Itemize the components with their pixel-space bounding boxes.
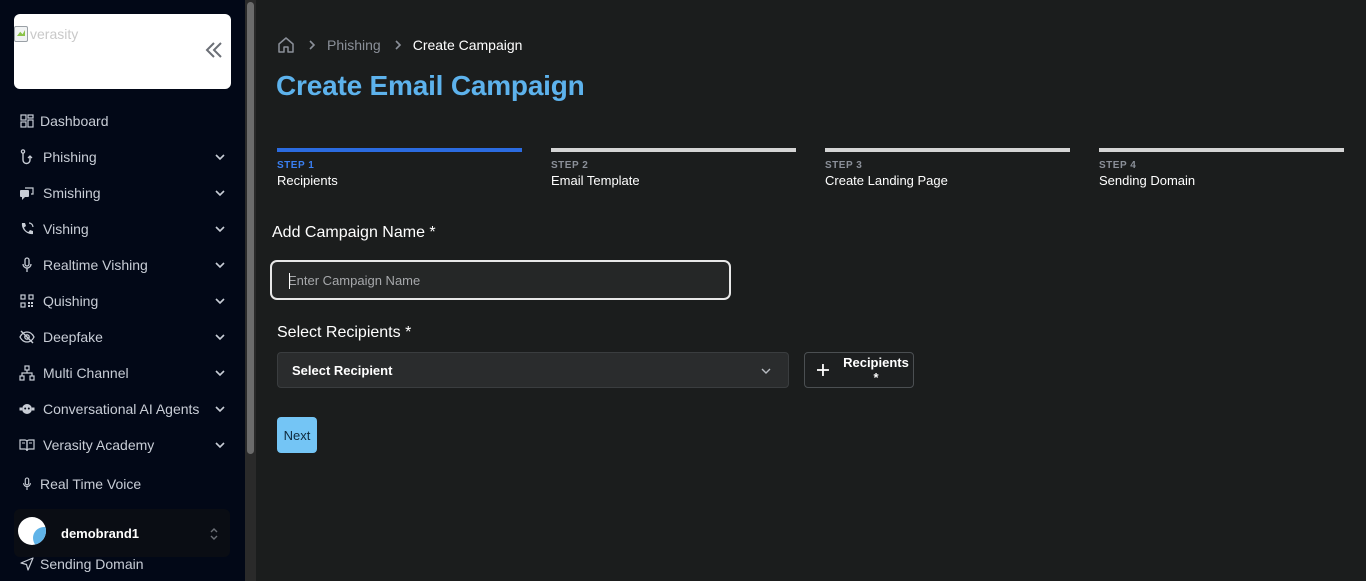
app-root: verasity Dashboard Phishing Smishing Vis… [0, 0, 1366, 581]
recipients-label: Select Recipients * [277, 324, 412, 341]
robot-icon [19, 401, 35, 417]
sidebar-item-label: Realtime Vishing [43, 257, 148, 273]
sidebar-item-conversational-ai-agents[interactable]: Conversational AI Agents [0, 394, 245, 424]
campaign-name-field[interactable] [270, 260, 731, 300]
step-name: Recipients [277, 173, 338, 188]
step-number: STEP 4 [1099, 160, 1137, 171]
hook-icon [19, 149, 35, 165]
sidebar-item-real-time-voice[interactable]: Real Time Voice [0, 469, 245, 499]
book-icon [19, 437, 35, 453]
chevron-right-icon [395, 40, 401, 50]
step-progress-bar [277, 148, 522, 152]
step-name: Email Template [551, 173, 640, 188]
avatar [18, 517, 46, 545]
chevron-down-icon [215, 154, 225, 161]
chevron-down-icon [215, 334, 225, 341]
step-progress-bar [551, 148, 796, 152]
step-number: STEP 3 [825, 160, 863, 171]
chevron-up-down-icon [210, 528, 218, 540]
step-progress-bar [825, 148, 1070, 152]
phone-icon [19, 221, 35, 237]
qr-code-icon [19, 293, 35, 309]
sidebar-item-verasity-academy[interactable]: Verasity Academy [0, 430, 245, 460]
sidebar-item-label: Vishing [43, 221, 89, 237]
add-recipients-label: Recipients * [843, 355, 909, 385]
sidebar-item-label: Smishing [43, 185, 101, 201]
chevron-down-icon [215, 442, 225, 449]
sidebar-item-label: Phishing [43, 149, 97, 165]
brand-switcher[interactable]: demobrand1 [14, 509, 230, 557]
chevron-down-icon [215, 262, 225, 269]
sitemap-icon [19, 365, 35, 381]
page-title: Create Email Campaign [276, 70, 585, 101]
chevron-down-icon [215, 406, 225, 413]
sidebar-item-label: Quishing [43, 293, 99, 309]
step-4[interactable]: STEP 4 Sending Domain [1099, 148, 1344, 188]
chat-icon [19, 185, 35, 201]
sidebar-item-label: Verasity Academy [43, 437, 155, 453]
breadcrumb-phishing[interactable]: Phishing [327, 37, 381, 53]
sidebar-item-label: Sending Domain [40, 556, 144, 572]
sidebar-item-label: Deepfake [43, 329, 103, 345]
chevron-down-icon [215, 226, 225, 233]
sidebar-item-dashboard[interactable]: Dashboard [0, 106, 245, 136]
sidebar-item-label: Conversational AI Agents [43, 401, 200, 417]
chevron-down-icon [215, 190, 225, 197]
brand-name: demobrand1 [61, 526, 140, 541]
recipient-select[interactable]: Select Recipient [277, 352, 789, 388]
broken-image-icon [14, 26, 28, 42]
sidebar-item-label: Multi Channel [43, 365, 129, 381]
chevron-down-icon [215, 298, 225, 305]
logo-alt-text: verasity [30, 26, 79, 42]
sidebar-item-label: Real Time Voice [40, 476, 142, 492]
sidebar-item-smishing[interactable]: Smishing [0, 178, 245, 208]
home-icon[interactable] [277, 36, 295, 54]
sidebar-item-vishing[interactable]: Vishing [0, 214, 245, 244]
logo-image: verasity [14, 26, 78, 42]
main-content: Phishing Create Campaign Create Email Ca… [256, 0, 1366, 581]
chevron-right-icon [309, 40, 316, 50]
microphone-icon [19, 257, 35, 273]
campaign-name-input[interactable] [272, 262, 729, 298]
collapse-sidebar-icon[interactable] [205, 40, 223, 60]
eye-off-icon [19, 329, 35, 345]
microphone-icon [19, 476, 35, 492]
step-2[interactable]: STEP 2 Email Template [551, 148, 796, 188]
sidebar-item-deepfake[interactable]: Deepfake [0, 322, 245, 352]
breadcrumb-current: Create Campaign [412, 37, 523, 53]
sidebar-scrollbar[interactable] [245, 0, 256, 581]
chevron-down-icon [215, 370, 225, 377]
next-button[interactable]: Next [277, 417, 317, 453]
recipient-select-value: Select Recipient [292, 362, 393, 378]
step-progress-bar [1099, 148, 1344, 152]
step-3[interactable]: STEP 3 Create Landing Page [825, 148, 1070, 188]
sidebar-item-multi-channel[interactable]: Multi Channel [0, 358, 245, 388]
sidebar-item-label: Dashboard [40, 113, 109, 129]
scrollbar-thumb[interactable] [247, 2, 254, 454]
text-caret [289, 273, 290, 289]
sidebar-item-quishing[interactable]: Quishing [0, 286, 245, 316]
breadcrumb: Phishing Create Campaign [277, 34, 522, 56]
chevron-down-icon [761, 368, 771, 374]
sidebar: verasity Dashboard Phishing Smishing Vis… [0, 0, 245, 581]
step-1[interactable]: STEP 1 Recipients [277, 148, 522, 188]
step-number: STEP 1 [277, 160, 315, 171]
step-number: STEP 2 [551, 160, 589, 171]
add-recipients-button[interactable]: Recipients * [804, 352, 914, 388]
sidebar-item-realtime-vishing[interactable]: Realtime Vishing [0, 250, 245, 280]
sidebar-item-phishing[interactable]: Phishing [0, 142, 245, 172]
step-name: Create Landing Page [825, 173, 948, 188]
grid-icon [19, 113, 35, 129]
send-icon [19, 556, 35, 572]
logo-box: verasity [14, 14, 231, 89]
plus-icon [816, 364, 829, 376]
step-name: Sending Domain [1099, 173, 1196, 188]
campaign-name-label: Add Campaign Name * [272, 224, 436, 241]
